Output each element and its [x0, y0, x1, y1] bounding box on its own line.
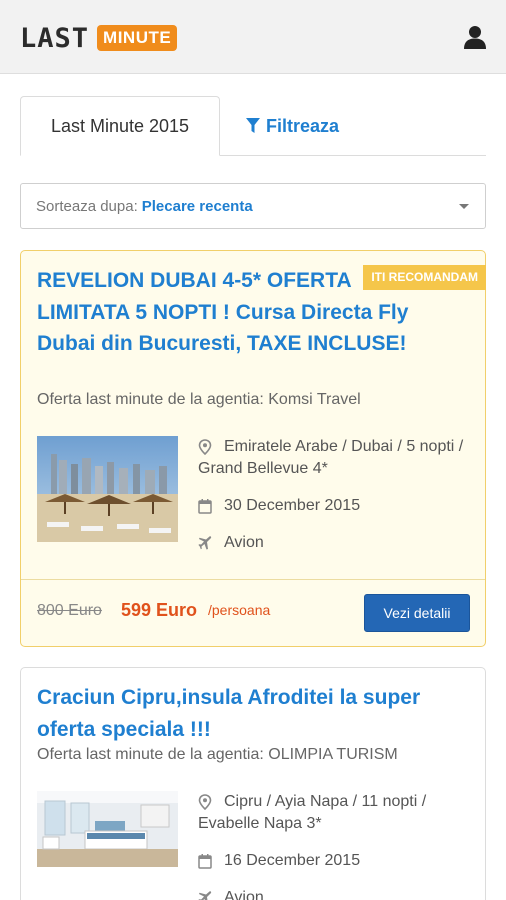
app-header: LAST MINUTE	[0, 0, 506, 74]
offer-image-dubai[interactable]	[37, 436, 178, 542]
chevron-down-icon	[459, 204, 469, 209]
sort-value: Plecare recenta	[141, 197, 253, 215]
old-price: 800 Euro	[37, 602, 102, 619]
offer-date: 16 December 2015	[224, 852, 361, 869]
offer-date-row: 30 December 2015	[198, 495, 478, 517]
offer-card[interactable]: Craciun Cipru,insula Afroditei la super …	[20, 667, 486, 900]
tab-label: Last Minute 2015	[50, 115, 190, 136]
offer-transport-row: Avion	[198, 532, 478, 554]
offer-card[interactable]: ITI RECOMANDAM REVELION DUBAI 4-5* OFERT…	[20, 250, 486, 647]
offer-date-row: 16 December 2015	[198, 850, 478, 872]
sort-select[interactable]: Sorteaza dupa: Plecare recenta	[20, 183, 486, 229]
offer-location: Cipru / Ayia Napa / 11 nopti / Evabelle …	[198, 793, 427, 832]
offer-location: Emiratele Arabe / Dubai / 5 nopti / Gran…	[198, 438, 464, 477]
tab-bar: Last Minute 2015 Filtreaza	[20, 96, 486, 156]
tab-filtreaza[interactable]: Filtreaza	[246, 96, 339, 156]
offer-agency: Oferta last minute de la agentia: OLIMPI…	[37, 746, 398, 763]
airplane-icon	[198, 536, 212, 550]
tab-last-minute-2015[interactable]: Last Minute 2015	[20, 96, 220, 156]
logo-last-text: LAST	[20, 22, 90, 54]
last-minute-logo[interactable]: LAST MINUTE	[20, 22, 178, 54]
offer-location-row: Emiratele Arabe / Dubai / 5 nopti / Gran…	[198, 436, 478, 480]
new-price: 599 Euro	[121, 600, 198, 620]
tab-label: Filtreaza	[266, 115, 340, 136]
price-unit: /persoana	[208, 602, 271, 618]
calendar-icon	[198, 854, 212, 869]
offer-transport: Avion	[224, 889, 264, 900]
offer-agency: Oferta last minute de la agentia: Komsi …	[37, 391, 361, 408]
offer-transport: Avion	[224, 534, 264, 551]
filter-icon	[246, 118, 260, 133]
airplane-icon	[198, 891, 212, 900]
view-details-button[interactable]: Vezi detalii	[364, 594, 470, 632]
offer-price-bar: 800 Euro 599 Euro /persoana Vezi detalii	[21, 579, 485, 647]
offer-transport-row: Avion	[198, 887, 478, 900]
offer-image-cyprus[interactable]	[37, 791, 178, 867]
map-pin-icon	[198, 439, 212, 455]
calendar-icon	[198, 499, 212, 514]
offer-date: 30 December 2015	[224, 497, 361, 514]
logo-minute-badge: MINUTE	[97, 25, 178, 51]
user-icon[interactable]	[462, 24, 488, 50]
offer-title[interactable]: REVELION DUBAI 4-5* OFERTA LIMITATA 5 NO…	[37, 265, 427, 360]
offer-location-row: Cipru / Ayia Napa / 11 nopti / Evabelle …	[198, 791, 478, 835]
offer-title[interactable]: Craciun Cipru,insula Afroditei la super …	[37, 682, 467, 745]
map-pin-icon	[198, 794, 212, 810]
sort-label: Sorteaza dupa:	[36, 197, 138, 215]
